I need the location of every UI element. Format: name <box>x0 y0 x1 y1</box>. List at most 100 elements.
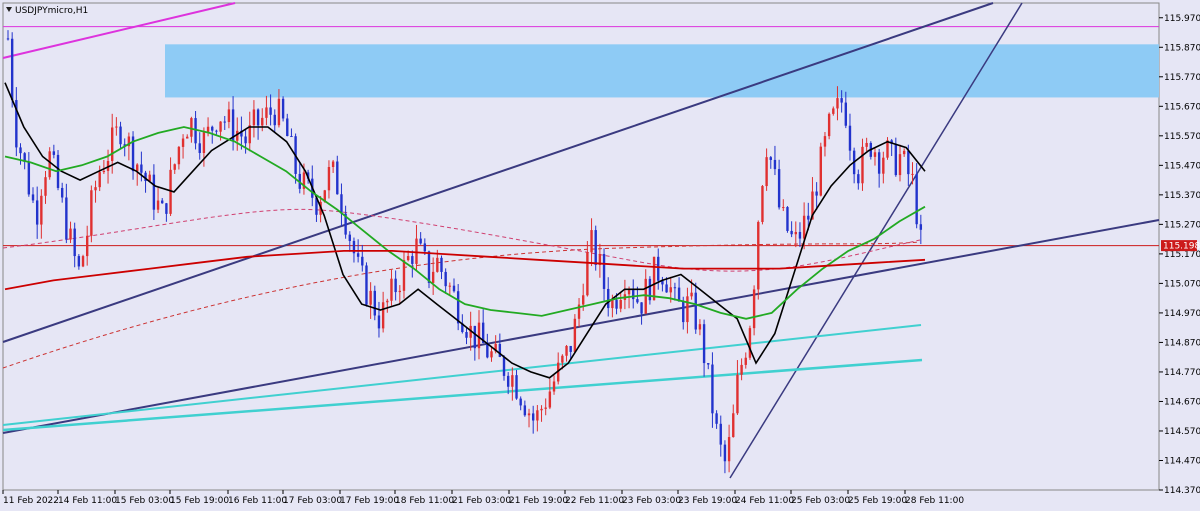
candle-body <box>519 398 522 406</box>
price-tick-label: 115.870 <box>1164 43 1200 53</box>
time-tick-label: 18 Feb 11:00 <box>395 496 454 506</box>
candle-body <box>840 98 843 103</box>
time-tick-label: 24 Feb 11:00 <box>735 496 794 506</box>
candle-body <box>573 318 577 352</box>
price-tick-label: 114.970 <box>1164 309 1200 319</box>
candle-body <box>465 332 468 338</box>
time-tick-label: 23 Feb 19:00 <box>678 496 737 506</box>
time-axis: 11 Feb 202214 Feb 11:0015 Feb 03:0015 Fe… <box>2 490 964 506</box>
candle-body <box>752 289 756 329</box>
time-tick-label: 21 Feb 19:00 <box>509 496 568 506</box>
candle-body <box>636 299 639 303</box>
candle-body <box>911 173 914 175</box>
price-tick-label: 115.470 <box>1164 161 1200 171</box>
candle-body <box>873 152 877 157</box>
candle-body <box>640 302 643 314</box>
candle-body <box>85 235 89 257</box>
time-tick-label: 25 Feb 19:00 <box>848 496 907 506</box>
candle-body <box>373 290 376 316</box>
candle-body <box>90 190 93 236</box>
price-axis: 115.970 115.870 115.770 115.670 115.570 115.4… <box>1159 14 1200 496</box>
candle-body <box>402 260 406 291</box>
candle-body <box>190 118 193 137</box>
candle-body <box>136 164 139 172</box>
candle-body <box>515 375 518 399</box>
candle-body <box>427 251 431 283</box>
candle-body <box>798 231 802 239</box>
candle-body <box>211 126 214 131</box>
candle-body <box>10 38 14 101</box>
candle-body <box>565 345 568 356</box>
candle-body <box>919 224 923 230</box>
candle-body <box>857 174 860 184</box>
price-tick-label: 114.870 <box>1164 338 1200 348</box>
candle-body <box>398 290 402 293</box>
current-price-value: 115.198 <box>1163 242 1200 252</box>
candle-body <box>765 157 768 187</box>
candle-body <box>281 98 285 119</box>
candle-body <box>331 161 335 167</box>
candle-body <box>361 256 364 266</box>
candle-body <box>261 117 264 126</box>
candle-body <box>732 413 735 438</box>
price-tick-label: 115.970 <box>1164 14 1200 24</box>
candle-body <box>423 243 427 252</box>
candle-body <box>186 136 189 139</box>
candle-body <box>590 230 593 253</box>
candle-body <box>440 257 443 272</box>
chart-window[interactable]: 115.970 115.870 115.770 115.670 115.570 115.4… <box>0 0 1200 511</box>
candle-body <box>31 194 35 201</box>
candle-body <box>6 38 10 40</box>
price-tick-label: 114.470 <box>1164 456 1200 466</box>
candle-body <box>915 173 918 225</box>
candle-body <box>365 265 368 305</box>
chart-title: USDJPYmicro,H1 <box>15 6 88 16</box>
candle-body <box>152 174 156 210</box>
candle-body <box>173 164 176 170</box>
candle-body <box>244 136 247 144</box>
candle-body <box>719 423 722 445</box>
candle-body <box>415 238 418 264</box>
candle-body <box>827 113 831 137</box>
candle-body <box>540 408 543 411</box>
candle-body <box>265 107 268 118</box>
candle-body <box>907 150 910 175</box>
candle-body <box>698 324 702 330</box>
candle-body <box>27 161 31 195</box>
candle-body <box>81 256 85 267</box>
candle-body <box>48 151 51 178</box>
time-tick-label: 17 Feb 03:00 <box>283 496 342 506</box>
candle-body <box>506 375 510 387</box>
candle-body <box>286 118 289 137</box>
candle-body <box>652 256 656 301</box>
candle-body <box>523 405 527 416</box>
candle-body <box>615 299 618 309</box>
candle-body <box>102 170 106 173</box>
candle-body <box>223 121 226 123</box>
price-chart[interactable]: 115.970 115.870 115.770 115.670 115.570 115.4… <box>0 0 1200 511</box>
candle-body <box>769 157 772 160</box>
candle-body <box>527 413 531 416</box>
candle-body <box>227 109 231 123</box>
candle-body <box>77 256 81 267</box>
candle-body <box>632 290 635 300</box>
candle-body <box>823 136 827 147</box>
candle-body <box>473 325 477 349</box>
current-price-marker: 115.198 <box>1161 240 1200 252</box>
candle-body <box>269 107 272 115</box>
candle-body <box>202 132 206 153</box>
candle-body <box>602 254 606 289</box>
candle-body <box>736 374 739 414</box>
candle-body <box>52 151 56 155</box>
candle-body <box>794 231 797 235</box>
candle-body <box>819 146 822 196</box>
candle-body <box>406 256 410 261</box>
candle-body <box>348 234 351 241</box>
candle-body <box>569 345 572 352</box>
candle-body <box>782 207 785 209</box>
candle-body <box>94 187 97 191</box>
candle-body <box>902 150 906 155</box>
candle-body <box>256 109 260 126</box>
candle-body <box>536 410 539 421</box>
candle-body <box>648 278 652 301</box>
